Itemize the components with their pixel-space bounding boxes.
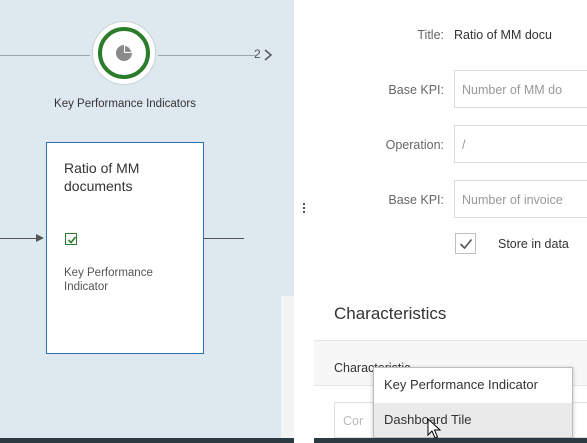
flow-connector-line	[0, 55, 90, 56]
dropdown-menu: Key Performance Indicator Dashboard Tile	[373, 367, 573, 438]
pie-chart-icon	[116, 45, 132, 61]
drag-handle-icon[interactable]	[303, 203, 305, 217]
flow-connector-line	[158, 55, 256, 56]
process-flow-pane: 2 Key Performance Indicators Ratio of MM…	[0, 0, 294, 438]
step-label: Key Performance Indicators	[54, 98, 196, 110]
scrollbar[interactable]	[281, 296, 294, 438]
operation-label: Operation:	[385, 138, 444, 152]
pane-splitter[interactable]	[294, 0, 314, 438]
section-title: Characteristics	[334, 304, 447, 323]
operation-input[interactable]: /	[454, 125, 587, 163]
kpi-step-node[interactable]	[92, 21, 156, 85]
operation-value: /	[462, 138, 466, 152]
flow-connector-line	[0, 238, 40, 239]
base-kpi-placeholder: Number of invoice	[462, 193, 563, 207]
mouse-cursor-icon	[427, 418, 441, 439]
base-kpi-label: Base KPI:	[388, 83, 444, 97]
flow-connector-line	[204, 238, 244, 239]
title-value: Ratio of MM docu	[454, 28, 552, 42]
base-kpi-input[interactable]: Number of MM do	[454, 70, 587, 108]
base-kpi-label: Base KPI:	[388, 193, 444, 207]
base-kpi-input[interactable]: Number of invoice	[454, 180, 587, 218]
bottom-bar-gap	[294, 438, 314, 443]
store-label: Store in data	[498, 237, 569, 251]
kpi-node-card[interactable]: Ratio of MM documents Key Performance In…	[46, 142, 204, 354]
kpi-step-ring	[98, 27, 150, 79]
base-kpi-placeholder: Number of MM do	[462, 83, 563, 97]
checkmark-icon	[67, 236, 77, 244]
checkmark-icon	[459, 238, 473, 250]
node-title: Ratio of MM documents	[64, 160, 140, 194]
node-type-label: Key Performance Indicator	[64, 267, 153, 293]
store-checkbox[interactable]	[455, 233, 476, 254]
step-count: 2	[254, 47, 261, 61]
node-checkbox[interactable]	[65, 233, 77, 245]
dropdown-option[interactable]: Key Performance Indicator	[374, 368, 572, 402]
title-label: Title:	[417, 28, 444, 42]
characteristic-placeholder: Cor	[343, 414, 364, 428]
chevron-right-icon[interactable]	[263, 49, 273, 61]
dropdown-option[interactable]: Dashboard Tile	[374, 403, 572, 437]
arrow-right-icon	[36, 234, 44, 242]
